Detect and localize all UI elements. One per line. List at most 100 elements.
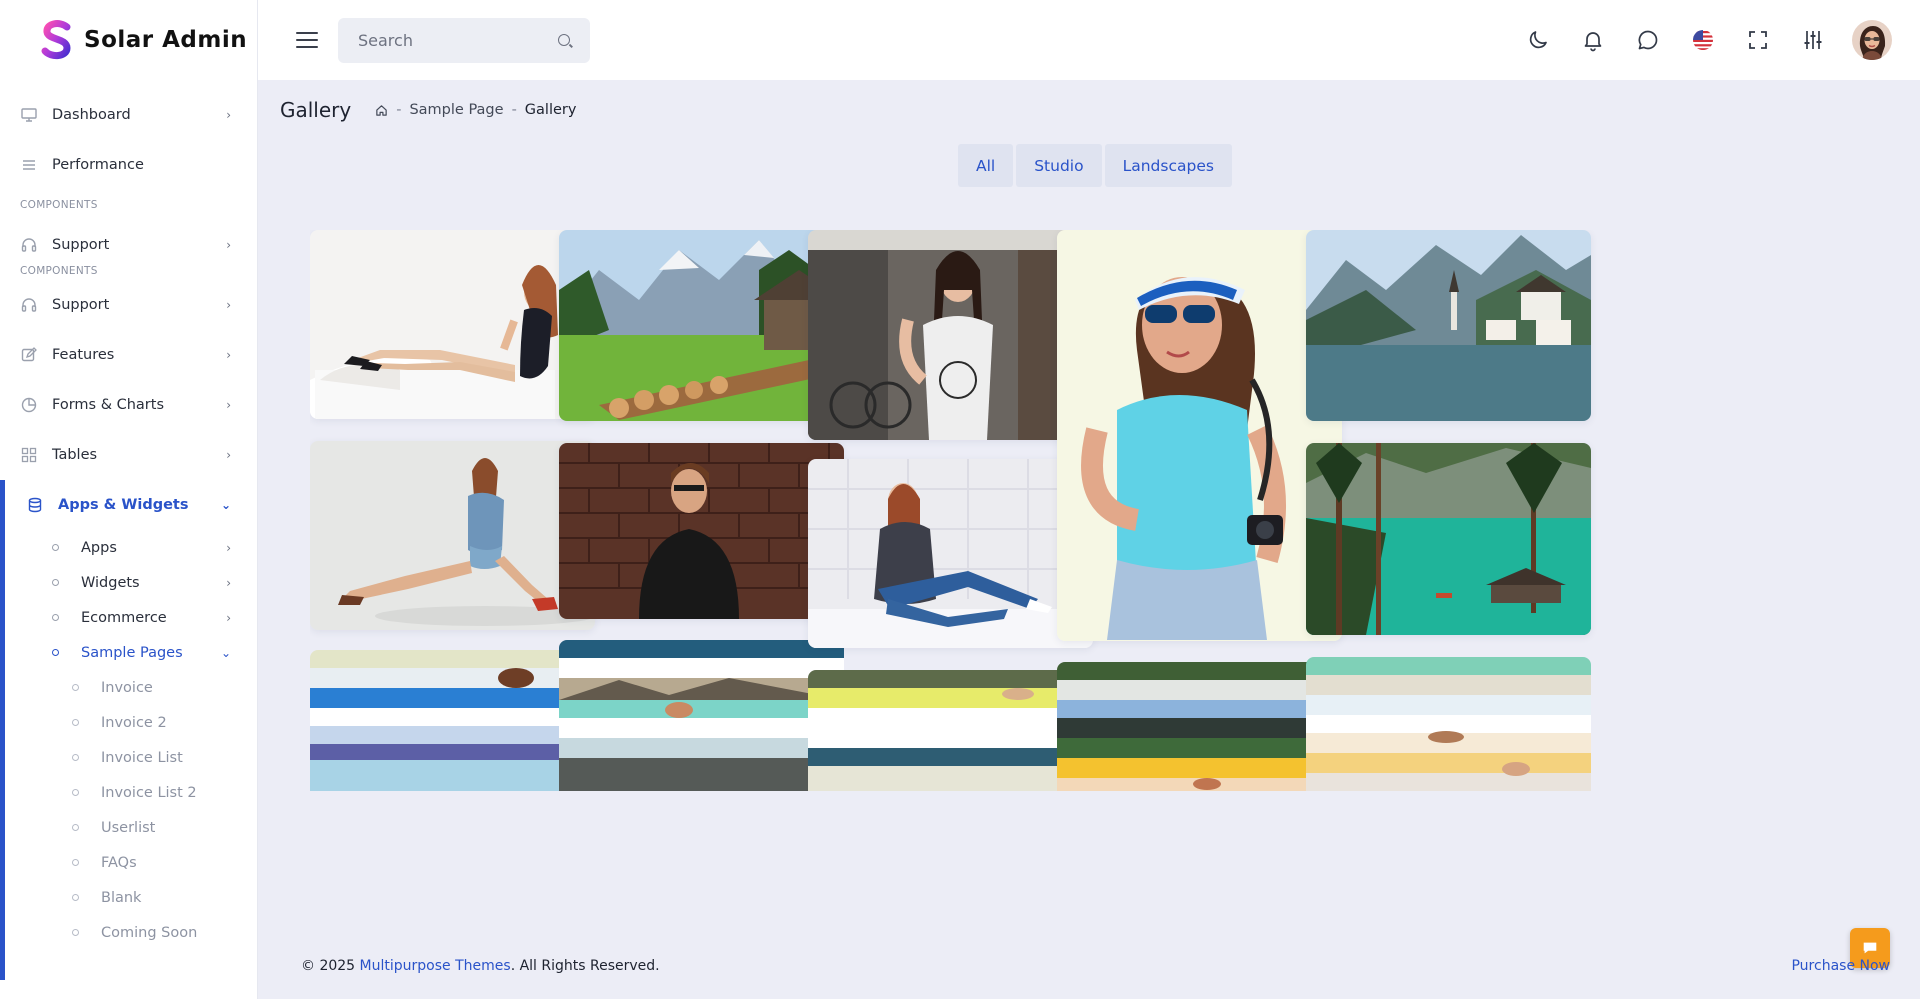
breadcrumb-sample-page[interactable]: Sample Page — [409, 102, 503, 118]
chevron-right-icon: › — [226, 298, 231, 312]
sidebar-item-label: Apps — [81, 539, 117, 556]
sidebar-item-performance[interactable]: Performance — [0, 140, 257, 190]
sidebar-item-label: Performance — [52, 157, 144, 173]
sidebar-subsubitem-invoice[interactable]: Invoice — [0, 670, 257, 705]
sidebar-subsubitem-faqs[interactable]: FAQs — [0, 845, 257, 880]
bullet-icon — [52, 579, 59, 586]
search-icon[interactable] — [558, 34, 570, 46]
bullet-icon — [72, 894, 79, 901]
gallery-image-strip-col5[interactable] — [1306, 657, 1591, 791]
bell-icon[interactable] — [1579, 26, 1607, 54]
page-title: Gallery — [280, 98, 352, 122]
sidebar-subitem-widgets[interactable]: Widgets › — [0, 565, 257, 600]
sidebar-item-features[interactable]: Features › — [0, 330, 257, 380]
fullscreen-icon[interactable] — [1744, 26, 1772, 54]
sidebar-item-label: FAQs — [101, 854, 137, 871]
search-box[interactable] — [338, 17, 590, 63]
search-input[interactable] — [358, 30, 558, 50]
footer-suffix: . All Rights Reserved. — [510, 958, 660, 974]
breadcrumb-separator: - — [396, 102, 402, 118]
chevron-right-icon: › — [226, 448, 231, 462]
sidebar-subsubitem-blank[interactable]: Blank — [0, 880, 257, 915]
sidebar-subitem-apps[interactable]: Apps › — [0, 530, 257, 565]
page-header: Gallery - Sample Page - Gallery — [280, 98, 576, 122]
sidebar-item-label: Ecommerce — [81, 609, 167, 626]
headset-icon — [20, 236, 38, 254]
gallery-image-alpine-lake-village[interactable] — [1306, 230, 1591, 421]
chat-icon[interactable] — [1634, 26, 1662, 54]
bullet-icon — [72, 859, 79, 866]
purchase-now-link[interactable]: Purchase Now — [1791, 958, 1890, 974]
chevron-right-icon: › — [226, 610, 231, 625]
sidebar-item-tables[interactable]: Tables › — [0, 430, 257, 480]
sidebar-subsubitem-coming-soon[interactable]: Coming Soon — [0, 915, 257, 950]
gallery-image-woman-sweater[interactable] — [808, 459, 1093, 648]
bullet-icon — [72, 929, 79, 936]
chevron-down-icon: ⌄ — [220, 645, 231, 660]
brand[interactable]: Solar Admin — [0, 0, 257, 80]
chevron-right-icon: › — [226, 398, 231, 412]
breadcrumb-current: Gallery — [524, 102, 577, 118]
bullet-icon — [52, 614, 59, 621]
sidebar-subsubitem-invoice-list-2[interactable]: Invoice List 2 — [0, 775, 257, 810]
gallery-image-turquoise-lake[interactable] — [1306, 443, 1591, 635]
sidebar-item-label: Apps & Widgets — [58, 497, 189, 513]
sidebar-item-label: Blank — [101, 889, 142, 906]
sidebar-item-label: Support — [52, 297, 110, 313]
sidebar: Solar Admin Dashboard › Performance COMP… — [0, 0, 258, 999]
sidebar-item-label: Widgets — [81, 574, 140, 591]
gallery-image-woman-tank-top[interactable] — [808, 230, 1093, 440]
us-flag-icon[interactable] — [1689, 26, 1717, 54]
home-icon[interactable] — [375, 104, 388, 117]
sidebar-item-label: Dashboard — [52, 107, 131, 123]
bullet-icon — [72, 789, 79, 796]
sidebar-subsubitem-invoice-2[interactable]: Invoice 2 — [0, 705, 257, 740]
sidebar-item-dashboard[interactable]: Dashboard › — [0, 90, 257, 140]
user-avatar[interactable] — [1852, 20, 1892, 60]
sidebar-subsubitem-userlist[interactable]: Userlist — [0, 810, 257, 845]
gallery-image-woman-black-dress[interactable] — [310, 230, 595, 419]
settings-sliders-icon[interactable] — [1799, 26, 1827, 54]
sidebar-item-support-2[interactable]: Support › — [0, 280, 257, 330]
sidebar-item-label: Invoice List 2 — [101, 784, 197, 801]
sidebar-item-label: Tables — [52, 447, 98, 463]
bullet-icon — [52, 649, 59, 656]
breadcrumb-separator: - — [511, 102, 517, 118]
topbar-actions — [1524, 0, 1892, 80]
gallery-image-strip-col4[interactable] — [1057, 662, 1342, 791]
gallery-image-woman-visor-camera[interactable] — [1057, 230, 1342, 641]
gallery-image-strip-col2[interactable] — [559, 640, 844, 791]
gallery-image-man-brick-wall[interactable] — [559, 443, 844, 619]
main-content: Gallery - Sample Page - Gallery All Stud… — [258, 80, 1920, 999]
headset-icon — [20, 296, 38, 314]
sidebar-subsubitem-invoice-list[interactable]: Invoice List — [0, 740, 257, 775]
footer-brand-link[interactable]: Multipurpose Themes — [360, 958, 511, 974]
sidebar-menu: Dashboard › Performance COMPONENTS Suppo… — [0, 80, 257, 980]
sidebar-item-forms-charts[interactable]: Forms & Charts › — [0, 380, 257, 430]
brand-name: Solar Admin — [84, 27, 248, 53]
sidebar-item-label: Invoice 2 — [101, 714, 167, 731]
gallery-image-woman-denim[interactable] — [310, 441, 595, 630]
edit-icon — [20, 346, 38, 364]
sidebar-subitem-sample-pages[interactable]: Sample Pages ⌄ — [0, 635, 257, 670]
bullet-icon — [52, 544, 59, 551]
pie-icon — [20, 396, 38, 414]
sidebar-subitem-ecommerce[interactable]: Ecommerce › — [0, 600, 257, 635]
gallery-filters: All Studio Landscapes — [958, 144, 1232, 187]
sidebar-item-label: Invoice List — [101, 749, 183, 766]
chevron-right-icon: › — [226, 575, 231, 590]
bullet-icon — [72, 824, 79, 831]
gallery-image-strip-col1[interactable] — [310, 650, 595, 791]
bullet-icon — [72, 684, 79, 691]
filter-studio-button[interactable]: Studio — [1016, 144, 1102, 187]
moon-icon[interactable] — [1524, 26, 1552, 54]
sidebar-item-label: Forms & Charts — [52, 397, 165, 413]
gallery-image-mountain-cabin[interactable] — [559, 230, 844, 421]
filter-all-button[interactable]: All — [958, 144, 1014, 187]
bullet-icon — [72, 719, 79, 726]
gallery-image-strip-col3[interactable] — [808, 670, 1093, 791]
menu-icon[interactable] — [296, 32, 318, 48]
message-icon — [1863, 942, 1877, 954]
sidebar-item-apps-widgets[interactable]: Apps & Widgets ⌄ — [0, 480, 257, 530]
filter-landscapes-button[interactable]: Landscapes — [1104, 144, 1232, 187]
